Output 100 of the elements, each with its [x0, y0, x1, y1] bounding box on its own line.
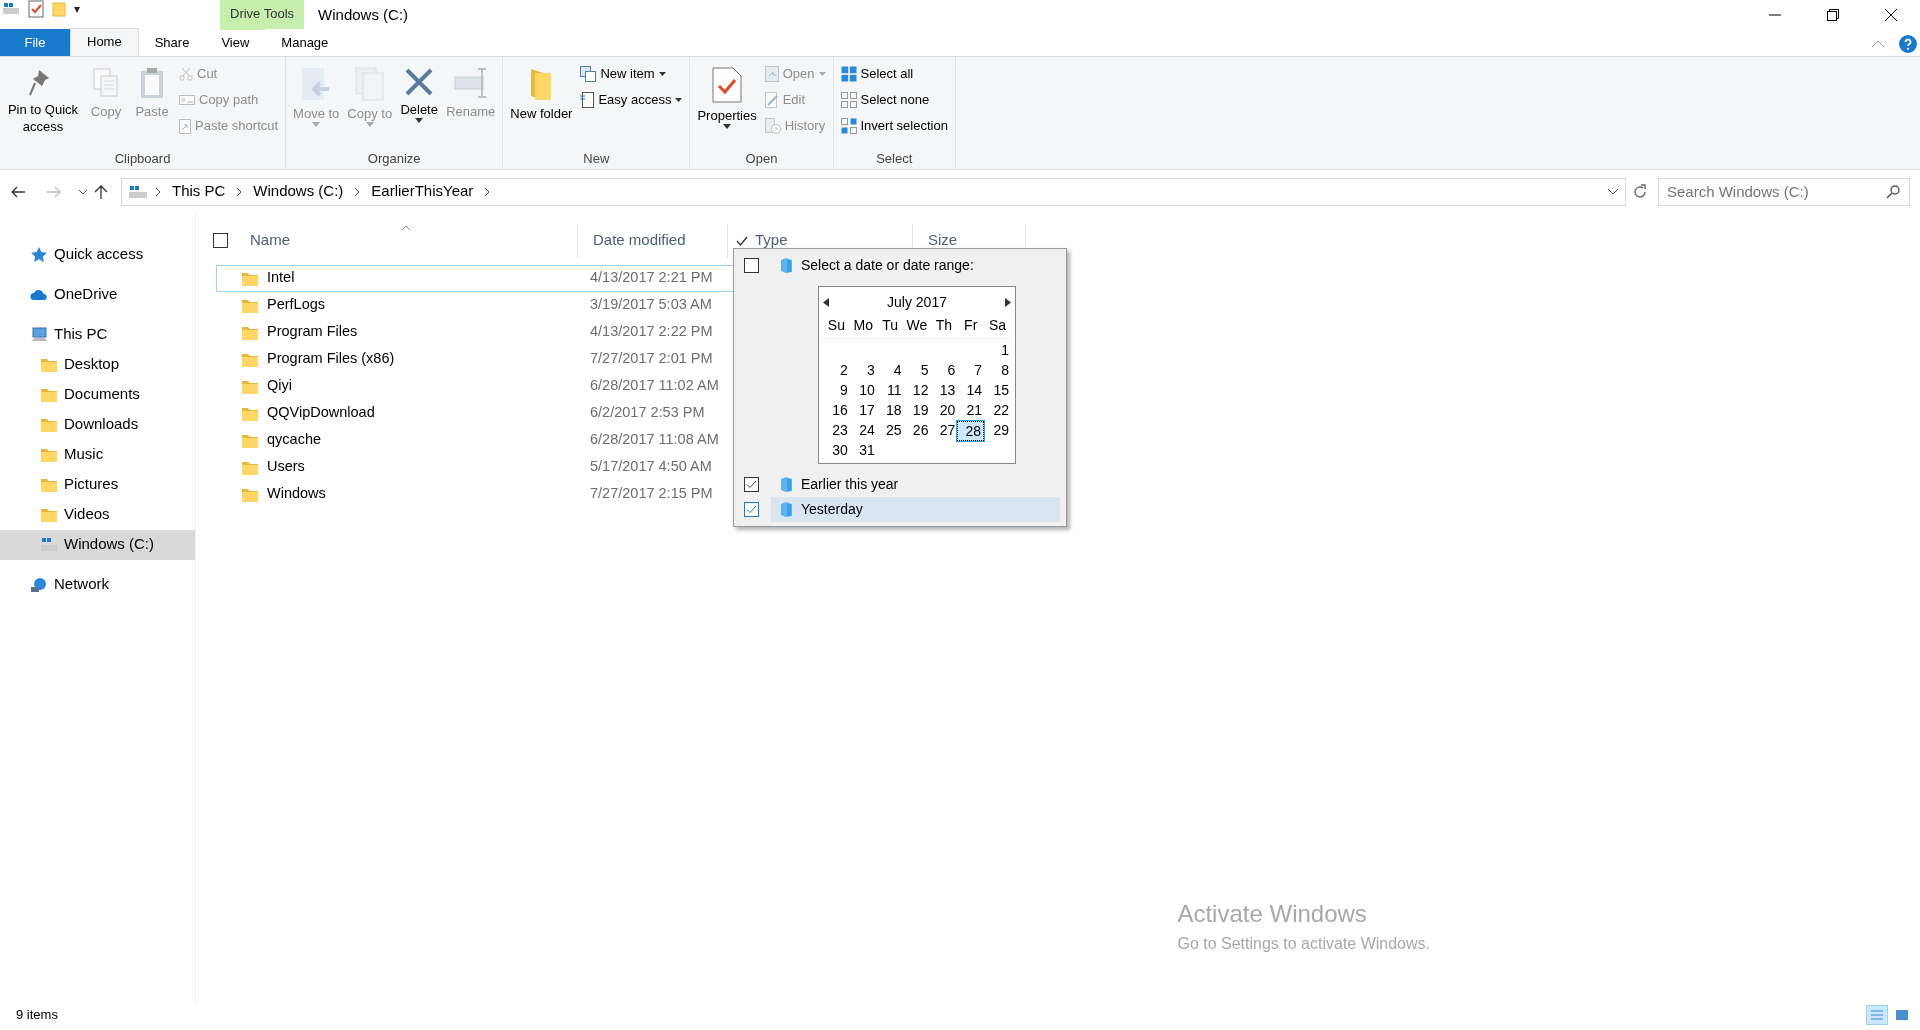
- chevron-icon[interactable]: [235, 186, 244, 197]
- next-month-icon[interactable]: [1005, 298, 1011, 307]
- calendar-day[interactable]: 14: [957, 380, 985, 401]
- ribbon-button[interactable]: New folder: [507, 61, 576, 149]
- ribbon-button[interactable]: Delete: [397, 61, 442, 149]
- chevron-icon[interactable]: [483, 186, 492, 197]
- calendar-day[interactable]: 16: [823, 400, 850, 421]
- pictures-folder-icon: [40, 476, 58, 493]
- calendar-day[interactable]: 23: [823, 420, 850, 441]
- nav-item[interactable]: Downloads: [0, 409, 195, 440]
- calendar-day[interactable]: 4: [876, 360, 904, 381]
- chevron-icon: [154, 186, 162, 197]
- view-toggle[interactable]: [1865, 1004, 1888, 1025]
- customize-toolbar-button[interactable]: ▾: [74, 0, 80, 19]
- calendar-day[interactable]: 29: [984, 420, 1011, 441]
- downloads-folder-icon: [40, 416, 58, 433]
- previous-month-icon[interactable]: [823, 298, 829, 307]
- weekday-label: Sa: [984, 314, 1011, 339]
- ribbon-button[interactable]: Properties: [694, 61, 760, 149]
- calendar-day[interactable]: 1: [984, 340, 1011, 361]
- calendar-day[interactable]: 31: [849, 440, 877, 461]
- checkmark-icon: [746, 479, 757, 489]
- breadcrumb-item[interactable]: EarlierThisYear: [367, 180, 478, 203]
- back-arrow-icon[interactable]: [10, 185, 26, 198]
- file-row[interactable]: QQVipDownload 6/2/2017 2:53 PM: [216, 399, 776, 427]
- calendar-day[interactable]: 7: [957, 360, 985, 381]
- breadcrumb-item[interactable]: This PC: [168, 180, 230, 203]
- nav-item[interactable]: OneDrive: [0, 279, 195, 310]
- caret-icon: [312, 122, 321, 127]
- collapse-ribbon-icon[interactable]: [1870, 39, 1885, 48]
- nav-item[interactable]: This PC: [0, 319, 195, 350]
- nav-item[interactable]: Music: [0, 439, 195, 470]
- ribbon-group-label: Open: [744, 150, 779, 168]
- ribbon-button[interactable]: Pin to Quick access: [4, 61, 82, 149]
- ribbon-button[interactable]: Select none: [837, 88, 951, 112]
- calendar-day[interactable]: 5: [903, 360, 931, 381]
- breadcrumb-item[interactable]: Windows (C:): [249, 180, 348, 203]
- nav-item[interactable]: Quick access: [0, 239, 195, 270]
- calendar-day[interactable]: 18: [876, 400, 904, 421]
- file-row[interactable]: qycache 6/28/2017 11:08 AM: [216, 426, 776, 454]
- calendar-day[interactable]: 28: [957, 420, 985, 441]
- calendar-day[interactable]: 13: [930, 380, 958, 401]
- file-row[interactable]: Program Files 4/13/2017 2:22 PM: [216, 318, 776, 346]
- sort-ascending-icon: [401, 224, 411, 231]
- nav-item[interactable]: Windows (C:): [0, 529, 195, 560]
- ribbon-button[interactable]: New item: [577, 62, 686, 86]
- calendar-day[interactable]: 25: [876, 420, 904, 441]
- checkbox[interactable]: [744, 257, 759, 273]
- checkbox[interactable]: [744, 501, 759, 517]
- file-tab[interactable]: File: [0, 29, 70, 56]
- scissors-icon: [179, 67, 193, 81]
- checkbox[interactable]: [744, 476, 759, 492]
- calendar-day[interactable]: 15: [984, 380, 1011, 401]
- ribbon-tab[interactable]: Home: [70, 28, 139, 56]
- calendar-day[interactable]: 17: [849, 400, 877, 421]
- calendar-day[interactable]: 22: [984, 400, 1011, 421]
- nav-item[interactable]: Videos: [0, 499, 195, 530]
- calendar-day[interactable]: 11: [876, 380, 904, 401]
- calendar-day[interactable]: 27: [930, 420, 958, 441]
- ribbon-button[interactable]: Select all: [837, 62, 951, 86]
- refresh-icon[interactable]: [1632, 183, 1648, 200]
- calendar-day[interactable]: 2: [823, 360, 850, 381]
- calendar-day[interactable]: 9: [823, 380, 850, 401]
- calendar-day[interactable]: 21: [957, 400, 985, 421]
- ribbon-tab[interactable]: Share: [138, 29, 206, 56]
- nav-item[interactable]: Documents: [0, 379, 195, 410]
- address-bar[interactable]: This PC Windows (C:) EarlierThisYear: [121, 177, 1626, 206]
- calendar-day[interactable]: 30: [823, 440, 850, 461]
- calendar-day[interactable]: 6: [930, 360, 958, 381]
- file-row[interactable]: Program Files (x86) 7/27/2017 2:01 PM: [216, 345, 776, 373]
- recent-locations-icon[interactable]: [78, 188, 88, 195]
- file-row[interactable]: Qiyi 6/28/2017 11:02 AM: [216, 372, 776, 400]
- ribbon-tab[interactable]: View: [205, 29, 266, 56]
- calendar-day[interactable]: 10: [849, 380, 877, 401]
- edit-icon: [764, 92, 779, 108]
- help-icon[interactable]: [1898, 34, 1917, 53]
- column-header[interactable]: Date modified: [578, 223, 728, 258]
- up-arrow-icon[interactable]: [94, 183, 108, 200]
- properties-icon[interactable]: [28, 0, 44, 19]
- select-none-icon: [840, 92, 857, 108]
- nav-item[interactable]: Network: [0, 569, 195, 600]
- calendar-day[interactable]: 19: [903, 400, 931, 421]
- calendar-day[interactable]: 26: [903, 420, 931, 441]
- file-row[interactable]: PerfLogs 3/19/2017 5:03 AM: [216, 291, 776, 319]
- select-all-checkbox[interactable]: [213, 233, 228, 248]
- calendar-day[interactable]: 12: [903, 380, 931, 401]
- column-header[interactable]: Name: [235, 223, 578, 258]
- search-field[interactable]: Search Windows (C:): [1658, 177, 1910, 206]
- chevron-icon[interactable]: [353, 186, 362, 197]
- dropdown-icon[interactable]: [1607, 187, 1619, 196]
- ribbon-button[interactable]: Invert selection: [837, 114, 951, 138]
- calendar-block-icon: [779, 501, 793, 517]
- item-count: 9 items: [16, 1005, 58, 1024]
- calendar-day[interactable]: 20: [930, 400, 958, 421]
- nav-item[interactable]: Desktop: [0, 349, 195, 380]
- calendar-day[interactable]: 24: [849, 420, 877, 441]
- calendar-day[interactable]: 8: [984, 360, 1011, 381]
- nav-item[interactable]: Pictures: [0, 469, 195, 500]
- ribbon-button[interactable]: Easy access: [577, 88, 686, 112]
- calendar-day[interactable]: 3: [849, 360, 877, 381]
